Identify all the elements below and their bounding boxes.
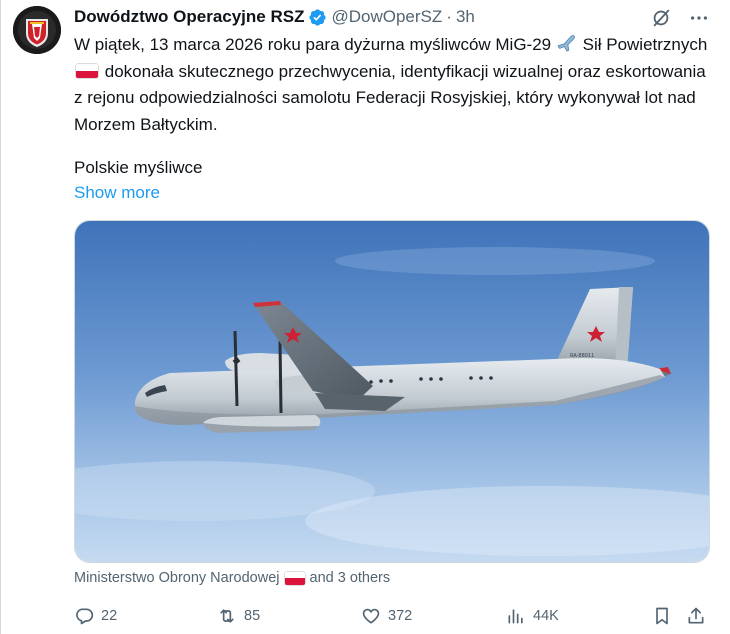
aircraft-photo: RA-88011 — [75, 221, 709, 562]
more-icon[interactable] — [688, 7, 710, 29]
share-icon — [688, 607, 704, 624]
reply-count: 22 — [101, 608, 118, 624]
grok-icon[interactable] — [650, 7, 672, 29]
tagged-suffix: and 3 others — [309, 570, 391, 586]
like-count: 372 — [388, 608, 413, 624]
tweet-text-part2: Sił Powietrznych — [582, 35, 708, 54]
reply-icon — [76, 608, 94, 625]
military-emblem-icon — [13, 6, 61, 54]
reply-button[interactable]: 22 — [74, 603, 117, 629]
tail-registration: RA-88011 — [570, 353, 594, 359]
retweet-icon — [220, 609, 234, 623]
tweet-text: W piątek, 13 marca 2026 roku para dyżurn… — [74, 32, 714, 138]
views-count: 44K — [533, 608, 559, 624]
poland-flag-icon — [284, 571, 305, 585]
tagged-prefix: Ministerstwo Obrony Narodowej — [74, 570, 280, 586]
poland-flag-icon — [76, 63, 98, 78]
timeline-border — [0, 0, 1, 634]
tagged-users[interactable]: Ministerstwo Obrony Narodowej and 3 othe… — [74, 570, 390, 586]
display-name[interactable]: Dowództwo Operacyjne RSZ — [74, 7, 304, 27]
like-button[interactable]: 372 — [361, 603, 412, 629]
tweet[interactable]: Dowództwo Operacyjne RSZ @DowOperSZ · 3h… — [0, 0, 730, 634]
handle[interactable]: @DowOperSZ — [331, 7, 442, 27]
retweet-button[interactable]: 85 — [217, 603, 260, 629]
bookmark-button[interactable] — [652, 603, 672, 629]
tweet-text-part1: W piątek, 13 marca 2026 roku para dyżurn… — [74, 35, 552, 54]
show-more-link[interactable]: Show more — [74, 181, 160, 205]
action-bar: 22 85 372 44K — [74, 603, 714, 629]
tweet-text-paragraph2: Polskie myśliwce — [74, 158, 203, 177]
timestamp[interactable]: 3h — [456, 7, 475, 27]
views-button[interactable]: 44K — [506, 603, 559, 629]
tweet-text-part3: dokonała skutecznego przechwycenia, iden… — [74, 61, 706, 134]
tweet-header: Dowództwo Operacyjne RSZ @DowOperSZ · 3h — [74, 6, 475, 28]
avatar[interactable] — [13, 6, 61, 54]
plane-emoji — [556, 34, 578, 52]
separator-dot: · — [446, 7, 452, 26]
bookmark-icon — [656, 607, 668, 625]
like-icon — [362, 608, 380, 624]
share-button[interactable] — [686, 603, 706, 629]
tweet-image[interactable]: RA-88011 — [74, 220, 710, 563]
retweet-count: 85 — [244, 608, 261, 624]
views-icon — [508, 609, 523, 624]
verified-icon[interactable] — [308, 8, 327, 27]
